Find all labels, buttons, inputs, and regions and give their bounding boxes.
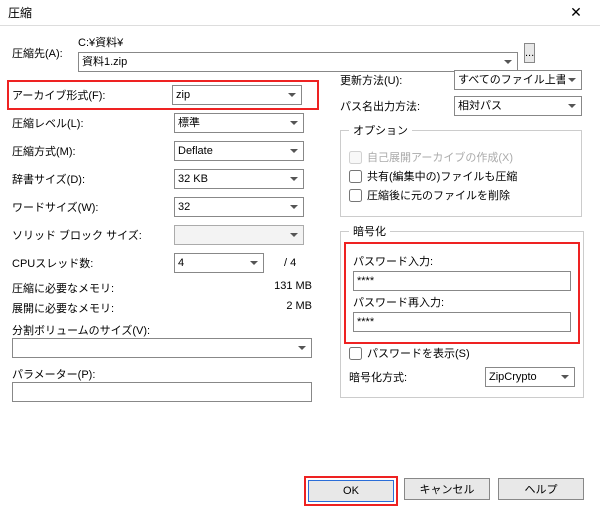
- shared-label: 共有(編集中の)ファイルも圧縮: [367, 168, 517, 184]
- destination-row: 圧縮先(A): C:¥資料¥ 資料1.zip ...: [12, 34, 332, 72]
- mem-decomp-value: 2 MB: [286, 300, 312, 316]
- dest-file-select[interactable]: 資料1.zip: [78, 52, 518, 72]
- footer: OK キャンセル ヘルプ: [0, 478, 600, 504]
- password2-input[interactable]: [353, 312, 571, 332]
- enc-method-select[interactable]: ZipCrypto: [485, 367, 575, 387]
- ok-button[interactable]: OK: [308, 480, 394, 502]
- mem-comp-label: 圧縮に必要なメモリ:: [12, 280, 114, 296]
- mem-decomp-label: 展開に必要なメモリ:: [12, 300, 114, 316]
- options-group: オプション 自己展開アーカイブの作成(X) 共有(編集中の)ファイルも圧縮 圧縮…: [340, 122, 582, 217]
- left-column: 圧縮先(A): C:¥資料¥ 資料1.zip ... アーカイブ形式(F): z…: [12, 34, 332, 402]
- path-mode-label: パス名出力方法:: [340, 98, 420, 114]
- dict-size-select[interactable]: 32 KB: [174, 169, 304, 189]
- params-input[interactable]: [12, 382, 312, 402]
- delete-after-checkbox[interactable]: [349, 189, 362, 202]
- dest-path-text: C:¥資料¥: [78, 34, 518, 50]
- cpu-threads-total: / 4: [284, 257, 296, 269]
- titlebar: 圧縮 ✕: [0, 0, 600, 26]
- ok-highlight: OK: [306, 478, 396, 504]
- password-highlight: パスワード入力: パスワード再入力:: [346, 244, 578, 342]
- word-size-select[interactable]: 32: [174, 197, 304, 217]
- encryption-legend: 暗号化: [349, 223, 390, 239]
- archive-format-label: アーカイブ形式(F):: [12, 87, 172, 103]
- help-button[interactable]: ヘルプ: [498, 478, 584, 500]
- path-mode-select[interactable]: 相対パス: [454, 96, 582, 116]
- solid-block-select[interactable]: [174, 225, 304, 245]
- show-password-label: パスワードを表示(S): [367, 345, 470, 361]
- comp-level-select[interactable]: 標準: [174, 113, 304, 133]
- solid-block-label: ソリッド ブロック サイズ:: [12, 227, 174, 243]
- delete-after-label: 圧縮後に元のファイルを削除: [367, 187, 510, 203]
- dest-label: 圧縮先(A):: [12, 45, 72, 61]
- archive-format-select[interactable]: zip: [172, 85, 302, 105]
- show-password-checkbox[interactable]: [349, 347, 362, 360]
- options-legend: オプション: [349, 122, 412, 138]
- update-mode-select[interactable]: すべてのファイル上書き: [454, 70, 582, 90]
- split-vol-select[interactable]: [12, 338, 312, 358]
- params-label: パラメーター(P):: [12, 366, 332, 382]
- archive-format-highlight: アーカイブ形式(F): zip: [9, 82, 317, 108]
- mem-comp-value: 131 MB: [274, 280, 312, 296]
- dict-size-label: 辞書サイズ(D):: [12, 171, 174, 187]
- comp-method-label: 圧縮方式(M):: [12, 143, 174, 159]
- password-label: パスワード入力:: [353, 253, 571, 269]
- password-input[interactable]: [353, 271, 571, 291]
- enc-method-label: 暗号化方式:: [349, 369, 407, 385]
- shared-checkbox[interactable]: [349, 170, 362, 183]
- window-title: 圧縮: [8, 4, 32, 21]
- sfx-checkbox: [349, 151, 362, 164]
- cancel-button[interactable]: キャンセル: [404, 478, 490, 500]
- cpu-threads-select[interactable]: 4: [174, 253, 264, 273]
- browse-button[interactable]: ...: [524, 43, 535, 63]
- split-vol-label: 分割ボリュームのサイズ(V):: [12, 322, 332, 338]
- cpu-threads-label: CPUスレッド数:: [12, 255, 174, 271]
- close-icon[interactable]: ✕: [556, 0, 596, 26]
- right-column: 更新方法(U): すべてのファイル上書き パス名出力方法: 相対パス オプション…: [332, 70, 582, 402]
- word-size-label: ワードサイズ(W):: [12, 199, 174, 215]
- comp-level-label: 圧縮レベル(L):: [12, 115, 174, 131]
- encryption-group: 暗号化 パスワード入力: パスワード再入力: パスワードを表示(S) 暗号化方式…: [340, 223, 584, 398]
- comp-method-select[interactable]: Deflate: [174, 141, 304, 161]
- password2-label: パスワード再入力:: [353, 294, 571, 310]
- sfx-label: 自己展開アーカイブの作成(X): [367, 149, 513, 165]
- update-mode-label: 更新方法(U):: [340, 72, 402, 88]
